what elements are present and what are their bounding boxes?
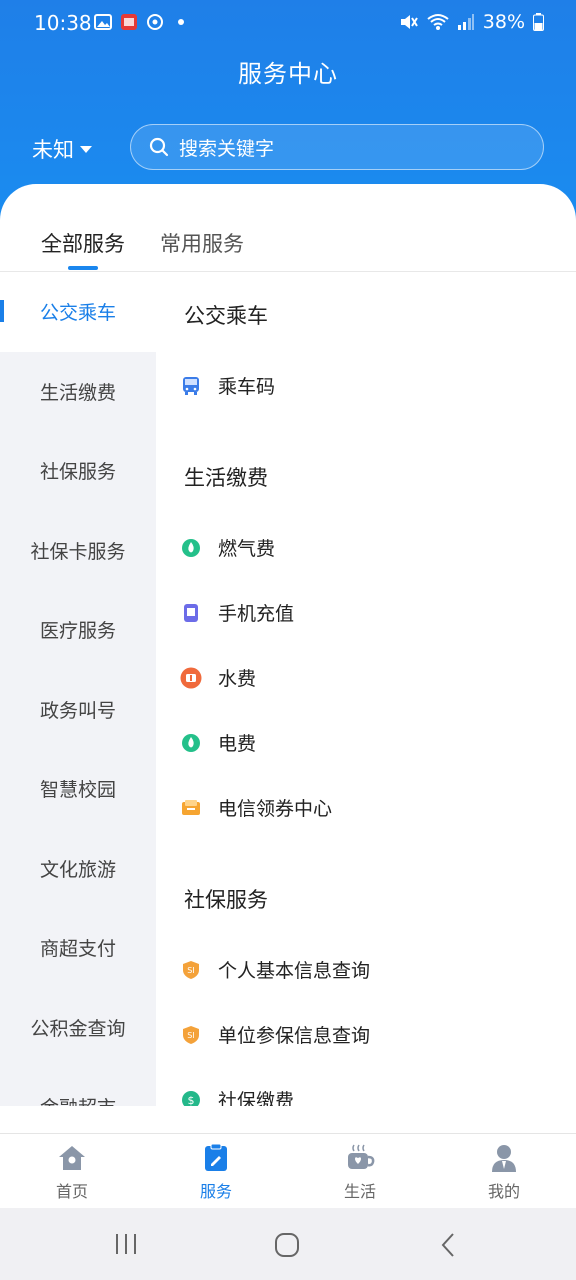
home-button-icon[interactable] [274,1232,300,1258]
caret-down-icon [80,145,92,153]
service-item-water[interactable]: 水费 [180,664,256,691]
service-label: 燃气费 [218,538,276,560]
category-item-medical[interactable]: 医疗服务 [0,590,156,670]
social-security-icon: SI [180,959,202,981]
nav-service-label: 服务 [199,1182,232,1201]
battery-icon [533,13,544,31]
category-item-finance[interactable]: 金融超市 [0,1067,156,1106]
coupon-icon [180,797,202,819]
region-selector[interactable]: 未知 [32,134,92,164]
coffee-icon [315,1142,405,1174]
service-item-telecom-coupon[interactable]: 电信领券中心 [180,794,332,821]
signal-icon [457,14,474,30]
mute-icon [400,15,418,29]
app-notification-icon [121,14,137,30]
system-navigation-bar [0,1208,576,1280]
back-icon[interactable] [440,1232,456,1258]
nav-profile[interactable]: 我的 [459,1142,549,1202]
dot-icon [178,19,184,25]
service-item-bus-code[interactable]: 乘车码 [180,372,275,399]
service-label: 个人基本信息查询 [218,960,371,982]
service-item-company-insurance[interactable]: SI 单位参保信息查询 [180,1021,370,1048]
service-label: 社保缴费 [218,1090,295,1106]
water-icon [180,667,202,689]
svg-text:SI: SI [187,1031,194,1040]
nav-life[interactable]: 生活 [315,1142,405,1202]
category-item-mall-pay[interactable]: 商超支付 [0,908,156,988]
status-right: 38% [399,11,544,33]
page-title: 服务中心 [238,60,338,88]
service-icon [171,1142,261,1174]
service-item-electricity[interactable]: 电费 [180,729,256,756]
section-title-utility: 生活缴费 [184,466,268,490]
gallery-icon [94,14,112,30]
home-icon [27,1142,117,1174]
service-item-personal-info[interactable]: SI 个人基本信息查询 [180,956,370,983]
svg-text:$: $ [188,1094,195,1107]
service-label: 乘车码 [218,376,276,398]
search-placeholder: 搜索关键字 [179,137,275,160]
sync-icon [147,14,163,30]
search-input[interactable]: 搜索关键字 [130,124,544,170]
nav-profile-label: 我的 [487,1182,520,1201]
nav-home[interactable]: 首页 [27,1142,117,1202]
section-title-bus: 公交乘车 [184,304,268,328]
service-label: 水费 [218,668,257,690]
category-item-social-security[interactable]: 社保服务 [0,431,156,511]
status-time: 10:38 [34,11,92,35]
category-item-bus[interactable]: 公交乘车 [0,272,156,352]
category-item-campus[interactable]: 智慧校园 [0,749,156,829]
wifi-icon [427,14,449,30]
electricity-icon [180,732,202,754]
service-label: 手机充值 [218,603,295,625]
nav-life-label: 生活 [343,1182,376,1201]
service-item-gas[interactable]: 燃气费 [180,534,275,561]
social-security-icon: SI [180,1024,202,1046]
category-item-gov-queue[interactable]: 政务叫号 [0,670,156,750]
phone-recharge-icon [180,602,202,624]
service-label: 电信领券中心 [218,798,333,820]
category-item-housing-fund[interactable]: 公积金查询 [0,988,156,1068]
tab-common-services[interactable]: 常用服务 [160,228,244,258]
bus-icon [180,375,202,397]
category-list[interactable]: 公交乘车 生活缴费 社保服务 社保卡服务 医疗服务 政务叫号 智慧校园 文化旅游… [0,272,156,1106]
tab-all-services[interactable]: 全部服务 [41,228,125,258]
payment-icon: $ [180,1089,202,1107]
profile-icon [459,1142,549,1174]
status-bar: 10:38 38% [0,0,576,46]
service-item-social-payment[interactable]: $ 社保缴费 [180,1086,294,1106]
section-title-social-security: 社保服务 [184,888,268,912]
nav-service[interactable]: 服务 [171,1142,261,1202]
service-tabs: 全部服务 常用服务 [0,222,576,272]
category-item-culture-travel[interactable]: 文化旅游 [0,829,156,909]
category-item-utility[interactable]: 生活缴费 [0,352,156,432]
bottom-navigation: 首页 服务 生活 我的 [0,1133,576,1208]
service-label: 电费 [218,733,257,755]
svg-text:SI: SI [187,966,194,975]
battery-percent: 38% [482,11,525,33]
status-notification-icons [94,13,190,31]
nav-home-label: 首页 [55,1182,88,1201]
service-label: 单位参保信息查询 [218,1025,371,1047]
category-item-social-card[interactable]: 社保卡服务 [0,511,156,591]
recent-apps-icon[interactable] [114,1232,138,1256]
region-label: 未知 [32,138,74,162]
tab-indicator [68,266,98,270]
search-icon [149,137,169,157]
service-content: 公交乘车 乘车码 生活缴费 燃气费 手机充值 水费 电费 电信领券中心 社保服务… [156,272,576,1106]
gas-icon [180,537,202,559]
service-item-phone-recharge[interactable]: 手机充值 [180,599,294,626]
